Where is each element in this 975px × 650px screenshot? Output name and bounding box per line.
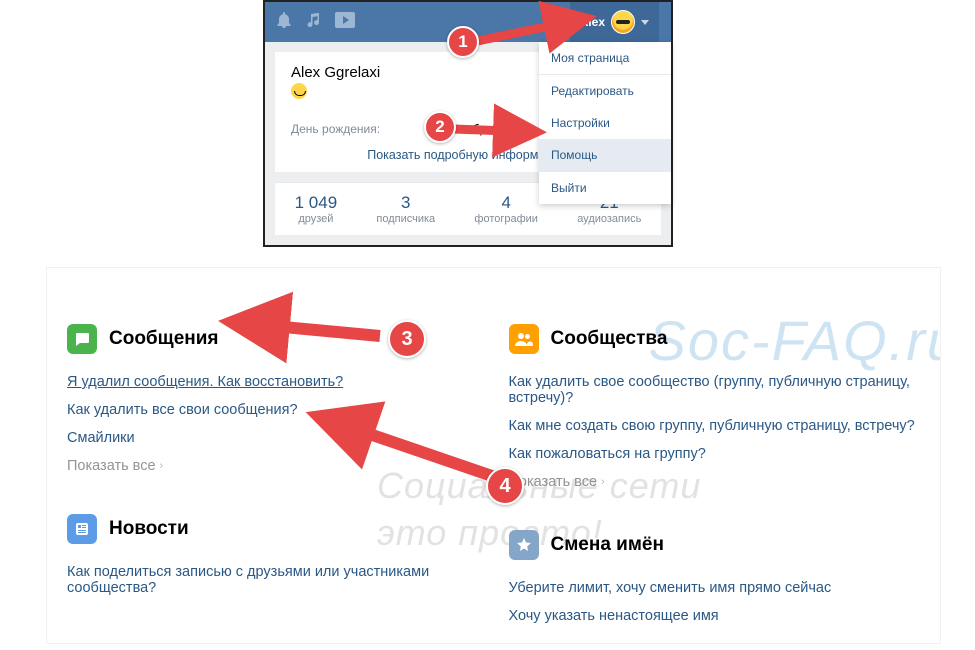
section-communities: Сообщества Как удалить свое сообщество (… xyxy=(509,324,921,496)
stat-friends[interactable]: 1 049друзей xyxy=(295,193,338,225)
news-icon xyxy=(67,514,97,544)
help-link[interactable]: Уберите лимит, хочу сменить имя прямо се… xyxy=(509,574,921,602)
section-names: Смена имён Уберите лимит, хочу сменить и… xyxy=(509,530,921,630)
arrow-4 xyxy=(302,406,502,486)
arrow-2 xyxy=(448,114,548,144)
help-link[interactable]: Я удалил сообщения. Как восстановить? xyxy=(67,368,479,396)
menu-help[interactable]: Помощь xyxy=(539,139,671,171)
communities-icon xyxy=(509,324,539,354)
chevron-right-icon: › xyxy=(160,460,164,472)
help-link[interactable]: Хочу указать ненастоящее имя xyxy=(509,602,921,630)
bell-icon[interactable] xyxy=(277,12,291,33)
chevron-right-icon: › xyxy=(601,476,605,488)
topbar-left xyxy=(277,12,355,33)
profile-status-emoji xyxy=(291,83,307,99)
section-title: Сообщения xyxy=(109,328,219,350)
help-link[interactable]: Как пожаловаться на группу? xyxy=(509,440,921,468)
help-link[interactable]: Как поделиться записью с друзьями или уч… xyxy=(67,558,479,602)
help-link[interactable]: Как удалить свое сообщество (группу, пуб… xyxy=(509,368,921,412)
section-title: Новости xyxy=(109,518,189,540)
show-all-link[interactable]: Показать все› xyxy=(509,468,921,496)
messages-icon xyxy=(67,324,97,354)
stat-followers[interactable]: 3подписчика xyxy=(376,193,435,225)
chevron-down-icon xyxy=(641,20,649,25)
star-icon xyxy=(509,530,539,560)
help-link[interactable]: Как мне создать свою группу, публичную с… xyxy=(509,412,921,440)
marker-3: 3 xyxy=(388,320,426,358)
music-icon[interactable] xyxy=(307,13,319,32)
menu-edit[interactable]: Редактировать xyxy=(539,74,671,107)
section-title: Сообщества xyxy=(551,328,668,350)
avatar xyxy=(611,10,635,34)
section-news: Новости Как поделиться записью с друзьям… xyxy=(67,514,479,602)
arrow-1 xyxy=(463,13,598,53)
user-dropdown: Моя страница Редактировать Настройки Пом… xyxy=(539,42,671,204)
menu-exit[interactable]: Выйти xyxy=(539,171,671,204)
stat-photos[interactable]: 4фотографии xyxy=(474,193,538,225)
section-title: Смена имён xyxy=(551,534,664,556)
marker-4: 4 xyxy=(486,467,524,505)
marker-1: 1 xyxy=(447,26,479,58)
marker-2: 2 xyxy=(424,111,456,143)
play-icon[interactable] xyxy=(335,12,355,33)
menu-settings[interactable]: Настройки xyxy=(539,107,671,139)
arrow-3 xyxy=(220,312,390,350)
birthday-label: День рождения: xyxy=(291,122,380,136)
